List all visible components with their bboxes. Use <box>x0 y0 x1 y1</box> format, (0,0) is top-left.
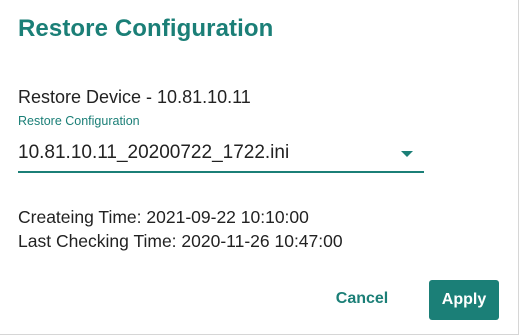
last-checking-time-text: Last Checking Time: 2020-11-26 10:47:00 <box>18 231 343 251</box>
select-label: Restore Configuration <box>18 114 140 128</box>
restore-device-label: Restore Device - 10.81.10.11 <box>18 87 251 107</box>
apply-button[interactable]: Apply <box>429 280 499 320</box>
restore-configuration-select[interactable]: Restore Configuration 10.81.10.11_202007… <box>18 111 424 177</box>
dropdown-arrow-icon[interactable] <box>401 151 413 157</box>
cancel-button[interactable]: Cancel <box>330 281 394 317</box>
restore-configuration-dialog: Restore Configuration Restore Device - 1… <box>0 0 519 335</box>
select-value[interactable]: 10.81.10.11_20200722_1722.ini <box>18 142 289 164</box>
config-info: Createing Time: 2021-09-22 10:10:00 Last… <box>18 205 343 253</box>
select-underline <box>18 171 424 173</box>
creating-time-text: Createing Time: 2021-09-22 10:10:00 <box>18 207 309 227</box>
dialog-title: Restore Configuration <box>18 15 274 42</box>
